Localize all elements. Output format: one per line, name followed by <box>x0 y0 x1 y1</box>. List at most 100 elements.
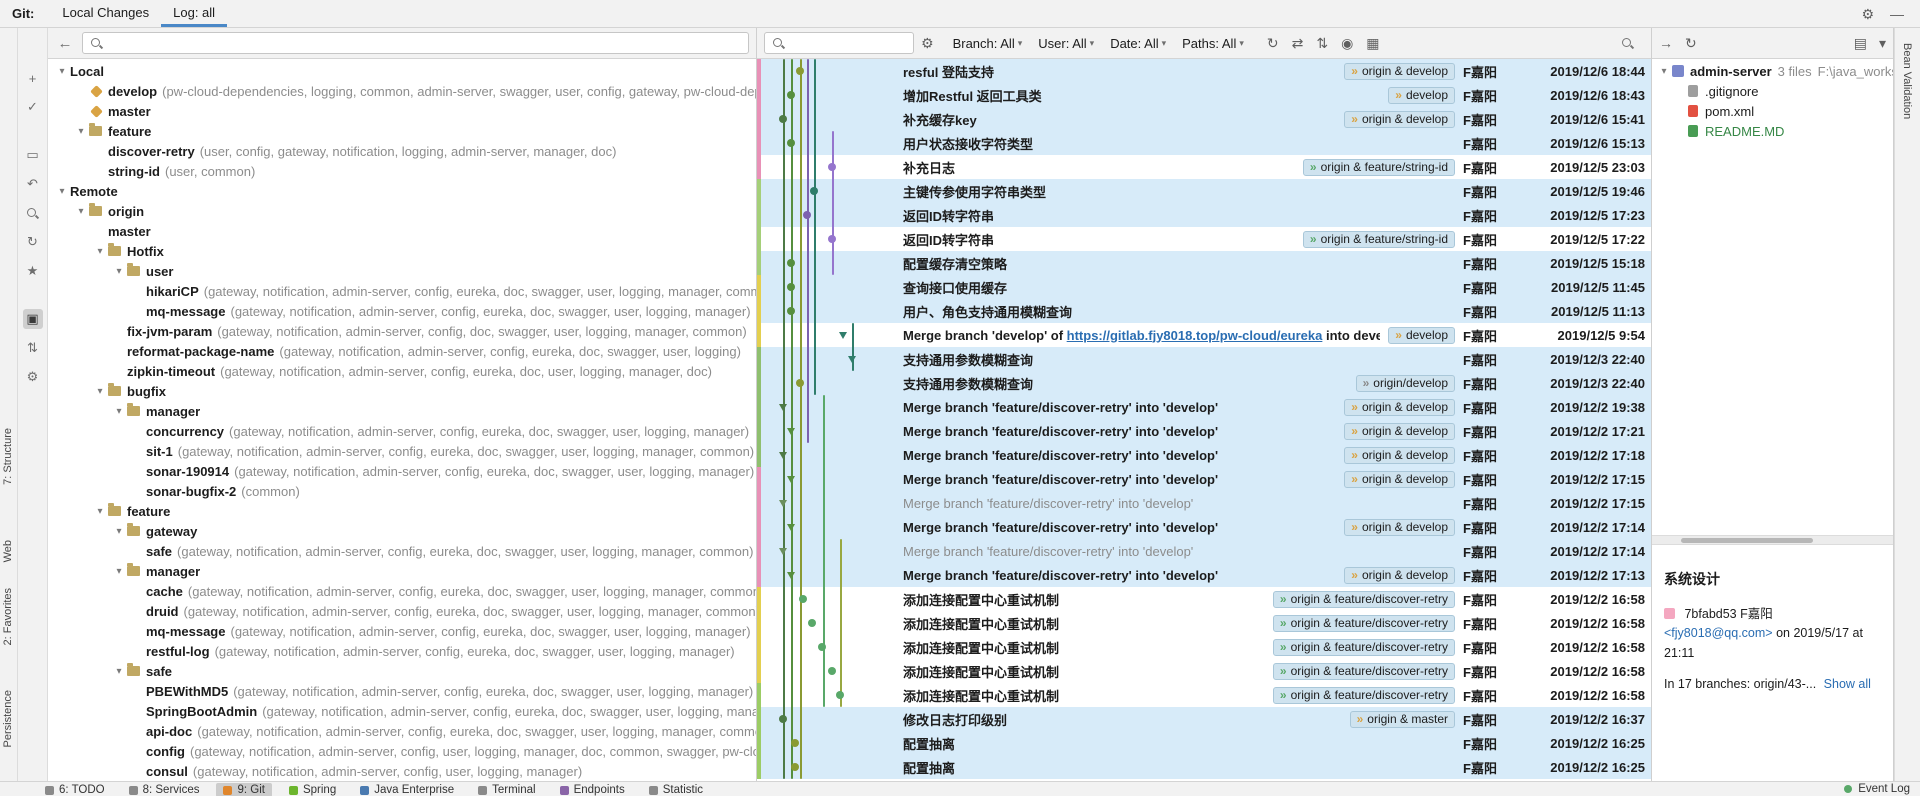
back-icon[interactable]: ← <box>55 35 75 52</box>
stripe-7-structure[interactable]: 7: Structure <box>2 428 14 485</box>
branch-item-concurrency[interactable]: concurrency(gateway, notification, admin… <box>48 421 756 441</box>
stripe-2-favorites[interactable]: 2: Favorites <box>2 588 14 645</box>
hide-details-icon[interactable]: ▾ <box>1879 36 1886 50</box>
log-search[interactable] <box>764 32 914 54</box>
chevron-down-icon[interactable]: ▾ <box>111 566 127 577</box>
diff-preview-icon[interactable]: ▦ <box>1366 36 1379 50</box>
stripe-bean-validation[interactable]: Bean Validation <box>1901 43 1913 119</box>
commit-row[interactable]: Merge branch 'feature/discover-retry' in… <box>757 419 1651 443</box>
branch-label[interactable]: »origin & develop <box>1344 471 1455 488</box>
branch-item-zipkin-timeout[interactable]: zipkin-timeout(gateway, notification, ad… <box>48 361 756 381</box>
chevron-down-icon[interactable]: ▾ <box>111 266 127 277</box>
statusbar-item-endpoints[interactable]: Endpoints <box>553 783 632 796</box>
chevron-down-icon[interactable]: ▾ <box>1656 66 1672 77</box>
stripe-web[interactable]: Web <box>2 540 14 562</box>
branch-item-consul[interactable]: consul(gateway, notification, admin-serv… <box>48 761 756 781</box>
branch-folder-bugfix[interactable]: ▾bugfix <box>48 381 756 401</box>
branch-label[interactable]: »origin & develop <box>1344 111 1455 128</box>
filter-paths[interactable]: Paths: All▾ <box>1182 36 1244 51</box>
branch-label[interactable]: »origin & feature/discover-retry <box>1273 591 1455 608</box>
statusbar-item-8-services[interactable]: 8: Services <box>122 783 207 796</box>
chevron-down-icon[interactable]: ▾ <box>111 406 127 417</box>
branch-label[interactable]: »origin & feature/discover-retry <box>1273 615 1455 632</box>
hide-icon[interactable]: — <box>1890 7 1904 21</box>
details-splitter[interactable] <box>1652 535 1893 545</box>
commit-check-icon[interactable]: ✓ <box>23 97 43 117</box>
commit-row[interactable]: 配置缓存清空策略F嘉阳2019/12/5 15:18 <box>757 251 1651 275</box>
branch-item-restful-log[interactable]: restful-log(gateway, notification, admin… <box>48 641 756 661</box>
commit-row[interactable]: resful 登陆支持»origin & developF嘉阳2019/12/6… <box>757 59 1651 83</box>
branch-label[interactable]: »origin/develop <box>1356 375 1455 392</box>
commit-row[interactable]: 补充日志»origin & feature/string-idF嘉阳2019/1… <box>757 155 1651 179</box>
branch-item-api-doc[interactable]: api-doc(gateway, notification, admin-ser… <box>48 721 756 741</box>
branch-item-hikaricp[interactable]: hikariCP(gateway, notification, admin-se… <box>48 281 756 301</box>
branch-item-develop[interactable]: develop(pw-cloud-dependencies, logging, … <box>48 81 756 101</box>
branch-label[interactable]: »origin & develop <box>1344 423 1455 440</box>
filter-date[interactable]: Date: All▾ <box>1110 36 1166 51</box>
file-item-pom-xml[interactable]: pom.xml <box>1652 101 1893 121</box>
chevron-down-icon[interactable]: ▾ <box>54 186 70 197</box>
branch-folder-local[interactable]: ▾Local <box>48 61 756 81</box>
branch-label[interactable]: »develop <box>1388 327 1455 344</box>
commit-row[interactable]: 配置抽离F嘉阳2019/12/2 16:25 <box>757 731 1651 755</box>
statusbar-item-statistic[interactable]: Statistic <box>642 783 710 796</box>
layout-icon[interactable]: ▤ <box>1854 36 1867 50</box>
branch-folder-manager[interactable]: ▾manager <box>48 561 756 581</box>
branch-item-cache[interactable]: cache(gateway, notification, admin-serve… <box>48 581 756 601</box>
settings-icon[interactable]: ⚙ <box>23 367 43 387</box>
statusbar-item-java-enterprise[interactable]: Java Enterprise <box>353 783 461 796</box>
refresh-icon[interactable]: ↻ <box>23 232 43 252</box>
branch-folder-origin[interactable]: ▾origin <box>48 201 756 221</box>
preview-icon[interactable]: ▣ <box>23 309 43 329</box>
branch-item-mq-message[interactable]: mq-message(gateway, notification, admin-… <box>48 621 756 641</box>
chevron-down-icon[interactable]: ▾ <box>73 126 89 137</box>
statusbar-item-9-git[interactable]: 9: Git <box>216 783 271 796</box>
branch-folder-feature[interactable]: ▾feature <box>48 501 756 521</box>
add-icon[interactable]: + <box>23 68 43 88</box>
branch-label[interactable]: »develop <box>1388 87 1455 104</box>
search-icon[interactable] <box>23 203 43 223</box>
branch-label[interactable]: »origin & feature/discover-retry <box>1273 663 1455 680</box>
commit-row[interactable]: 配置抽离F嘉阳2019/12/2 16:25 <box>757 755 1651 779</box>
branch-label[interactable]: »origin & master <box>1350 711 1455 728</box>
follow-selection-icon[interactable]: → <box>1659 36 1673 50</box>
commit-row[interactable]: Merge branch 'develop' of https://gitlab… <box>757 323 1651 347</box>
branch-item-master[interactable]: master <box>48 101 756 121</box>
branch-folder-hotfix[interactable]: ▾Hotfix <box>48 241 756 261</box>
go-to-hash-icon[interactable]: ⇄ <box>1292 36 1304 50</box>
commit-row[interactable]: 添加连接配置中心重试机制»origin & feature/discover-r… <box>757 587 1651 611</box>
trash-icon[interactable]: ▭ <box>23 145 43 165</box>
branch-folder-user[interactable]: ▾user <box>48 261 756 281</box>
statusbar-item-6-todo[interactable]: 6: TODO <box>38 783 112 796</box>
rollback-icon[interactable]: ↶ <box>23 174 43 194</box>
branch-label[interactable]: »origin & develop <box>1344 399 1455 416</box>
branch-item-sonar-190914[interactable]: sonar-190914(gateway, notification, admi… <box>48 461 756 481</box>
commit-row[interactable]: 修改日志打印级别»origin & masterF嘉阳2019/12/2 16:… <box>757 707 1651 731</box>
branch-item-druid[interactable]: druid(gateway, notification, admin-serve… <box>48 601 756 621</box>
commit-row[interactable]: Merge branch 'feature/discover-retry' in… <box>757 515 1651 539</box>
splitter-thumb[interactable] <box>1681 538 1814 543</box>
branch-label[interactable]: »origin & develop <box>1344 447 1455 464</box>
branches-search[interactable] <box>82 32 749 54</box>
branch-item-sonar-bugfix-2[interactable]: sonar-bugfix-2(common) <box>48 481 756 501</box>
intellisort-icon[interactable]: ⇅ <box>1316 36 1328 50</box>
statusbar-item-spring[interactable]: Spring <box>282 783 343 796</box>
branches-search-input[interactable] <box>109 36 741 51</box>
commit-row[interactable]: Merge branch 'feature/discover-retry' in… <box>757 491 1651 515</box>
commit-row[interactable]: Merge branch 'feature/discover-retry' in… <box>757 467 1651 491</box>
branch-folder-gateway[interactable]: ▾gateway <box>48 521 756 541</box>
branch-folder-manager[interactable]: ▾manager <box>48 401 756 421</box>
filter-branch[interactable]: Branch: All▾ <box>953 36 1023 51</box>
author-email-link[interactable]: <fjy8018@qq.com> <box>1664 626 1773 640</box>
chevron-down-icon[interactable]: ▾ <box>92 246 108 257</box>
branch-folder-safe[interactable]: ▾safe <box>48 661 756 681</box>
commit-row[interactable]: 添加连接配置中心重试机制»origin & feature/discover-r… <box>757 611 1651 635</box>
branch-item-master[interactable]: master <box>48 221 756 241</box>
commit-row[interactable]: 用户、角色支持通用模糊查询F嘉阳2019/12/5 11:13 <box>757 299 1651 323</box>
branch-label[interactable]: »origin & develop <box>1344 567 1455 584</box>
log-settings-icon[interactable]: ⚙ <box>921 36 934 50</box>
chevron-down-icon[interactable]: ▾ <box>111 666 127 677</box>
commit-row[interactable]: 查询接口使用缓存F嘉阳2019/12/5 11:45 <box>757 275 1651 299</box>
chevron-down-icon[interactable]: ▾ <box>73 206 89 217</box>
branch-item-reformat-package-name[interactable]: reformat-package-name(gateway, notificat… <box>48 341 756 361</box>
